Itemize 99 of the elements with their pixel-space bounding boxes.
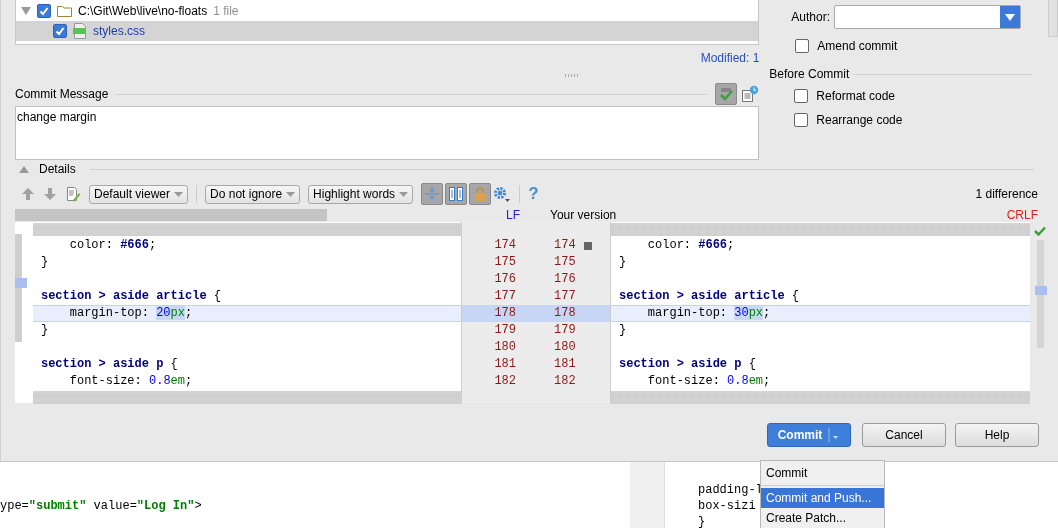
dropdown[interactable]: Highlight words [308, 184, 414, 204]
sync-scroll-icon[interactable] [421, 183, 444, 205]
option-checkbox[interactable]: Reformat code [769, 84, 1037, 108]
author-combo[interactable] [834, 5, 1022, 29]
line-number: 182 [554, 373, 577, 390]
dialog-button[interactable]: Commit [767, 423, 851, 447]
up-arrow-icon[interactable] [21, 187, 35, 201]
check-icon [717, 85, 736, 103]
line-number: 181 [554, 356, 577, 373]
scrollbar[interactable] [1048, 0, 1058, 37]
amend-commit-checkbox[interactable]: Amend commit [769, 34, 1037, 58]
code-line: } [39, 254, 50, 271]
side-by-side-icon[interactable] [445, 183, 468, 205]
code-line: ype="submit" value="Log In"> [0, 498, 203, 514]
author-label: Author: [791, 10, 831, 24]
code-line: } [698, 514, 707, 528]
code-line: font-size: 0.8em; [646, 373, 772, 390]
folder-icon [57, 5, 72, 17]
tree-label: C:\Git\Web\live\no-floats [78, 4, 208, 18]
dropdown-arrow-icon [1005, 13, 1016, 21]
checkbox[interactable] [794, 89, 809, 103]
line-number: 176 [554, 271, 577, 288]
line-separator-label: CRLF [1006, 208, 1038, 222]
code-line: } [618, 322, 628, 339]
tree-row[interactable]: styles.css [16, 21, 759, 41]
folded-lines-marker[interactable] [611, 391, 1031, 404]
code-line: color: #666; [646, 237, 736, 254]
line-number: 182 [493, 373, 516, 390]
line-number: 180 [554, 339, 577, 356]
folded-lines-marker[interactable] [32, 391, 461, 404]
code-line: font-size: 0.8em; [68, 373, 194, 390]
line-number: 179 [554, 322, 577, 339]
line-number: 180 [493, 339, 516, 356]
code-line: } [39, 322, 50, 339]
caret-icon [399, 191, 409, 197]
splitter-grip[interactable] [565, 74, 580, 77]
line-separator-label: LF [506, 208, 520, 222]
option-checkbox[interactable]: Rearrange code [769, 108, 1037, 132]
checkbox[interactable] [795, 39, 810, 53]
line-number: 175 [493, 254, 516, 271]
scrollbar[interactable] [15, 209, 327, 221]
caret-icon [286, 191, 296, 197]
expand-arrow-icon[interactable] [21, 7, 31, 15]
spellcheck-button[interactable] [715, 83, 738, 105]
code-line: section > aside article { [39, 288, 222, 305]
commit-message-label: Commit Message [15, 87, 109, 101]
check-icon [1034, 226, 1047, 236]
change-marker [15, 278, 27, 288]
code-line: padding-l [698, 482, 763, 498]
dropdown[interactable]: Default viewer [89, 184, 189, 204]
file-count: 1 file [213, 4, 239, 18]
caret-icon[interactable] [828, 428, 841, 442]
down-arrow-icon[interactable] [43, 187, 57, 201]
change-marker [1034, 286, 1047, 295]
line-number: 179 [493, 322, 516, 339]
difference-count: 1 difference [975, 187, 1038, 201]
code-line: section > aside article { [618, 288, 801, 305]
code-line: section > aside p { [618, 356, 757, 373]
pane-title: Your version [550, 208, 617, 222]
lock-icon[interactable] [469, 183, 492, 205]
checkbox[interactable] [37, 4, 51, 18]
commit-message-field[interactable]: change margin [15, 106, 760, 160]
menu-item[interactable]: Commit [761, 463, 884, 483]
line-number: 177 [554, 288, 577, 305]
code-line: section > aside p { [39, 356, 179, 373]
menu-item[interactable]: Create Patch... [761, 508, 884, 528]
dropdown[interactable]: Do not ignore [205, 184, 301, 204]
code-line: box-sizi [698, 498, 757, 514]
history-icon[interactable] [741, 85, 760, 103]
line-number: 181 [493, 356, 516, 373]
before-commit-title: Before Commit [769, 67, 850, 81]
line-number: 174 [554, 237, 577, 254]
dialog-button[interactable]: Cancel [862, 423, 946, 447]
edit-icon[interactable] [65, 186, 81, 202]
code-line: } [618, 254, 628, 271]
css-file-icon [73, 23, 87, 39]
tree-label: styles.css [93, 24, 145, 38]
checkbox[interactable] [794, 113, 809, 127]
caret-icon [174, 191, 184, 197]
menu-item[interactable]: Commit and Push... [761, 488, 884, 508]
line-number: 178 [493, 305, 516, 322]
folded-lines-marker[interactable] [611, 223, 1031, 236]
checkbox[interactable] [53, 24, 67, 38]
modified-count: Modified: 1 [700, 51, 760, 67]
line-number: 176 [493, 271, 516, 288]
line-number: 178 [554, 305, 577, 322]
details-title: Details [39, 162, 76, 176]
tree-row[interactable]: C:\Git\Web\live\no-floats 1 file [16, 1, 759, 21]
line-number: 177 [493, 288, 516, 305]
collapse-arrow-icon[interactable] [19, 165, 29, 173]
dialog-button[interactable]: Help [955, 423, 1039, 447]
scrollbar[interactable] [15, 234, 22, 342]
settings-icon[interactable] [493, 186, 512, 202]
line-number: 174 [493, 237, 516, 254]
code-line: color: #666; [68, 237, 158, 254]
line-number: 175 [554, 254, 577, 271]
bookmark-icon [584, 241, 592, 250]
folded-lines-marker[interactable] [32, 223, 461, 236]
scrollbar[interactable] [1036, 240, 1044, 348]
